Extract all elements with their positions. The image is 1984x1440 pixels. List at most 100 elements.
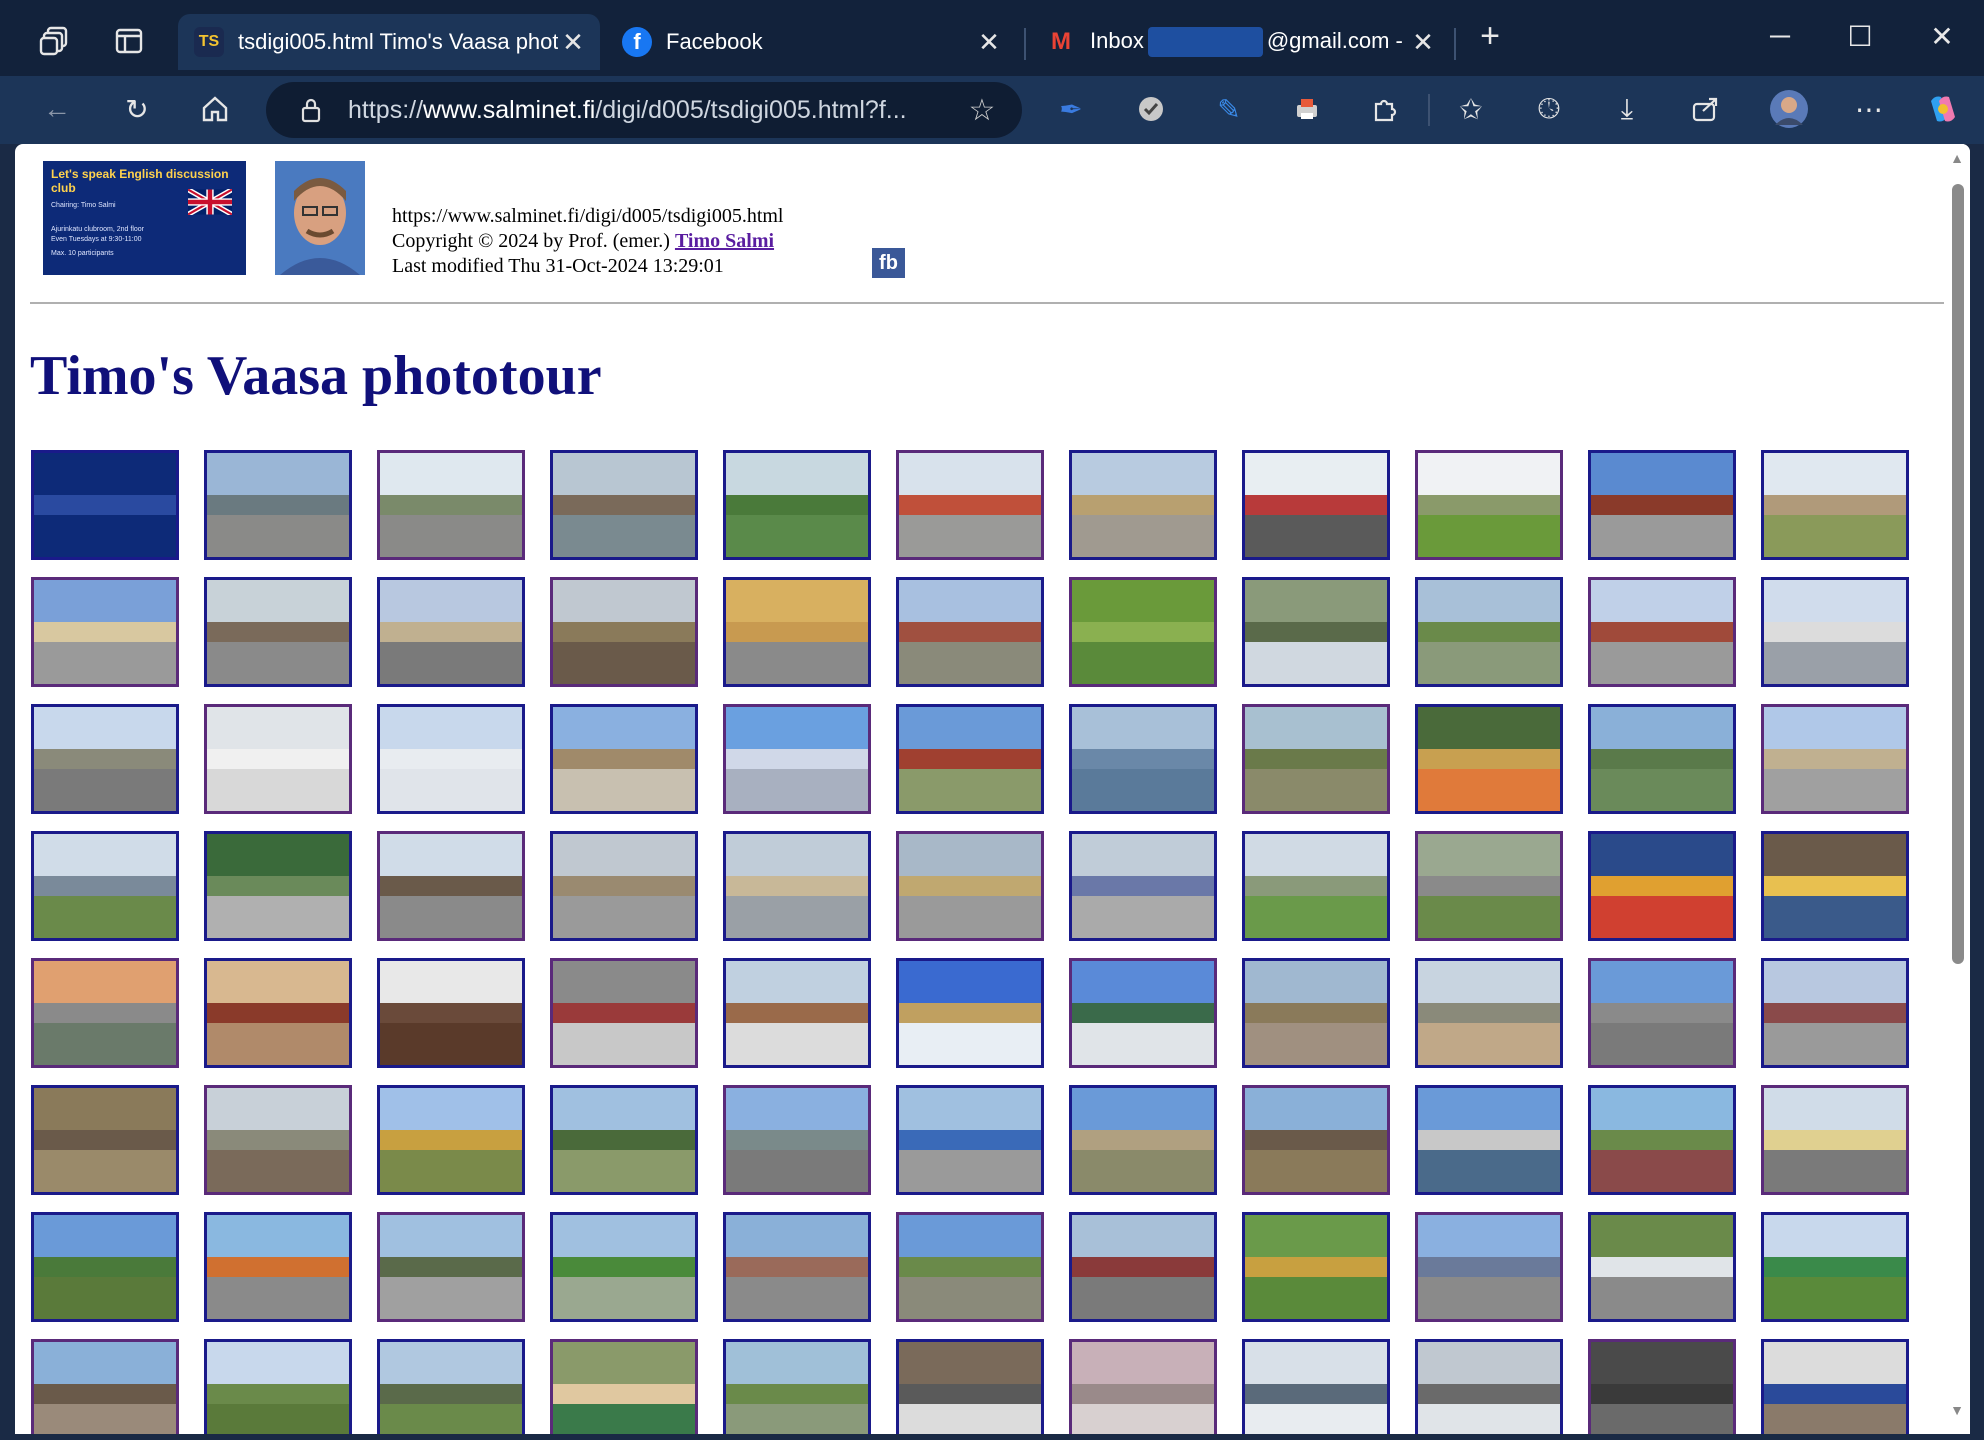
photo-thumbnail[interactable] (1588, 577, 1736, 687)
photo-thumbnail[interactable] (1415, 1085, 1563, 1195)
photo-thumbnail[interactable] (1415, 450, 1563, 560)
photo-thumbnail[interactable] (723, 1212, 871, 1322)
photo-thumbnail[interactable] (1415, 704, 1563, 814)
photo-thumbnail[interactable] (31, 1212, 179, 1322)
close-window-icon[interactable]: ✕ (1912, 14, 1972, 58)
photo-thumbnail[interactable] (1761, 831, 1909, 941)
photo-thumbnail[interactable] (1588, 450, 1736, 560)
photo-thumbnail[interactable] (1588, 704, 1736, 814)
close-tab-icon[interactable]: ✕ (1408, 27, 1438, 57)
photo-thumbnail[interactable] (1069, 958, 1217, 1068)
photo-thumbnail[interactable] (1242, 704, 1390, 814)
photo-thumbnail[interactable] (204, 577, 352, 687)
share-icon[interactable] (1682, 86, 1728, 132)
photo-thumbnail[interactable] (1242, 1212, 1390, 1322)
photo-thumbnail[interactable] (31, 1339, 179, 1434)
photo-thumbnail[interactable] (550, 958, 698, 1068)
photo-thumbnail[interactable] (204, 1085, 352, 1195)
photo-thumbnail[interactable] (377, 831, 525, 941)
maximize-icon[interactable]: ☐ (1830, 14, 1890, 58)
refresh-icon[interactable]: ↻ (114, 86, 160, 132)
photo-thumbnail[interactable] (1069, 450, 1217, 560)
photo-thumbnail[interactable] (1069, 704, 1217, 814)
photo-thumbnail[interactable] (31, 704, 179, 814)
vertical-scrollbar[interactable]: ▲ ▼ (1944, 144, 1970, 1434)
photo-thumbnail[interactable] (896, 1085, 1044, 1195)
photo-thumbnail[interactable] (377, 958, 525, 1068)
photo-thumbnail[interactable] (204, 831, 352, 941)
photo-thumbnail[interactable] (1242, 577, 1390, 687)
photo-thumbnail[interactable] (377, 577, 525, 687)
photo-thumbnail[interactable] (1761, 1085, 1909, 1195)
photo-thumbnail[interactable] (1761, 450, 1909, 560)
photo-thumbnail[interactable] (1069, 1212, 1217, 1322)
photo-thumbnail[interactable] (204, 704, 352, 814)
photo-thumbnail[interactable] (550, 704, 698, 814)
photo-thumbnail[interactable] (1588, 1085, 1736, 1195)
tab-facebook[interactable]: f Facebook ✕ (606, 14, 1016, 70)
photo-thumbnail[interactable] (1415, 958, 1563, 1068)
address-bar[interactable]: https://www.salminet.fi/digi/d005/tsdigi… (266, 82, 1022, 138)
extension-feather-icon[interactable]: ✒ (1048, 86, 1094, 132)
photo-thumbnail[interactable] (377, 1212, 525, 1322)
photo-thumbnail[interactable] (550, 577, 698, 687)
new-tab-button[interactable]: + (1460, 14, 1520, 58)
photo-thumbnail[interactable] (896, 1212, 1044, 1322)
photo-thumbnail[interactable] (896, 450, 1044, 560)
photo-thumbnail[interactable] (377, 450, 525, 560)
scroll-down-arrow-icon[interactable]: ▼ (1949, 1404, 1965, 1420)
profile-avatar[interactable] (1766, 86, 1812, 132)
photo-thumbnail[interactable] (377, 704, 525, 814)
photo-thumbnail[interactable] (550, 1212, 698, 1322)
photo-thumbnail[interactable] (1761, 1212, 1909, 1322)
photo-thumbnail[interactable] (1069, 577, 1217, 687)
photo-thumbnail[interactable] (723, 1085, 871, 1195)
lock-icon[interactable] (296, 97, 326, 123)
photo-thumbnail[interactable] (1761, 1339, 1909, 1434)
more-menu-button[interactable]: ⋯ (1846, 86, 1892, 132)
photo-thumbnail[interactable] (31, 831, 179, 941)
photo-thumbnail[interactable] (31, 577, 179, 687)
photo-thumbnail[interactable] (1588, 1212, 1736, 1322)
favorites-icon[interactable]: ✩ (1448, 86, 1494, 132)
photo-thumbnail[interactable] (204, 450, 352, 560)
photo-thumbnail[interactable] (1069, 1085, 1217, 1195)
photo-thumbnail[interactable] (1588, 958, 1736, 1068)
close-tab-icon[interactable]: ✕ (974, 27, 1004, 57)
facebook-share-icon[interactable]: fb (872, 248, 905, 278)
extension-pen-icon[interactable]: ✎ (1206, 86, 1252, 132)
scrollbar-thumb[interactable] (1952, 184, 1964, 964)
photo-thumbnail[interactable] (1415, 831, 1563, 941)
history-icon[interactable]: 🕓︎ (1526, 86, 1572, 132)
extension-printer-icon[interactable] (1284, 86, 1330, 132)
minimize-icon[interactable]: ─ (1750, 14, 1810, 58)
workspaces-icon[interactable] (36, 22, 74, 60)
home-icon[interactable] (192, 86, 238, 132)
photo-thumbnail[interactable] (723, 1339, 871, 1434)
photo-thumbnail[interactable] (1415, 1339, 1563, 1434)
photo-thumbnail[interactable] (896, 704, 1044, 814)
photo-thumbnail[interactable] (896, 1339, 1044, 1434)
copilot-icon[interactable] (1920, 86, 1966, 132)
tab-gmail[interactable]: M Inbox @gmail.com - ✕ (1030, 14, 1450, 70)
photo-thumbnail[interactable] (723, 704, 871, 814)
back-icon[interactable]: ← (34, 86, 80, 132)
photo-thumbnail[interactable] (204, 1339, 352, 1434)
photo-thumbnail[interactable] (550, 831, 698, 941)
photo-thumbnail[interactable] (550, 450, 698, 560)
photo-thumbnail[interactable] (31, 958, 179, 1068)
photo-thumbnail[interactable] (550, 1339, 698, 1434)
photo-thumbnail[interactable] (1242, 1085, 1390, 1195)
photo-thumbnail[interactable] (723, 450, 871, 560)
photo-thumbnail[interactable] (204, 1212, 352, 1322)
photo-thumbnail[interactable] (723, 831, 871, 941)
photo-thumbnail[interactable] (723, 577, 871, 687)
photo-thumbnail[interactable] (1588, 831, 1736, 941)
photo-thumbnail[interactable] (204, 958, 352, 1068)
scroll-up-arrow-icon[interactable]: ▲ (1949, 152, 1965, 168)
photo-thumbnail[interactable] (723, 958, 871, 1068)
club-logo[interactable]: Let's speak English discussion club Chai… (43, 161, 246, 275)
photo-thumbnail[interactable] (1069, 1339, 1217, 1434)
photo-thumbnail[interactable] (31, 1085, 179, 1195)
author-portrait[interactable] (275, 161, 365, 275)
